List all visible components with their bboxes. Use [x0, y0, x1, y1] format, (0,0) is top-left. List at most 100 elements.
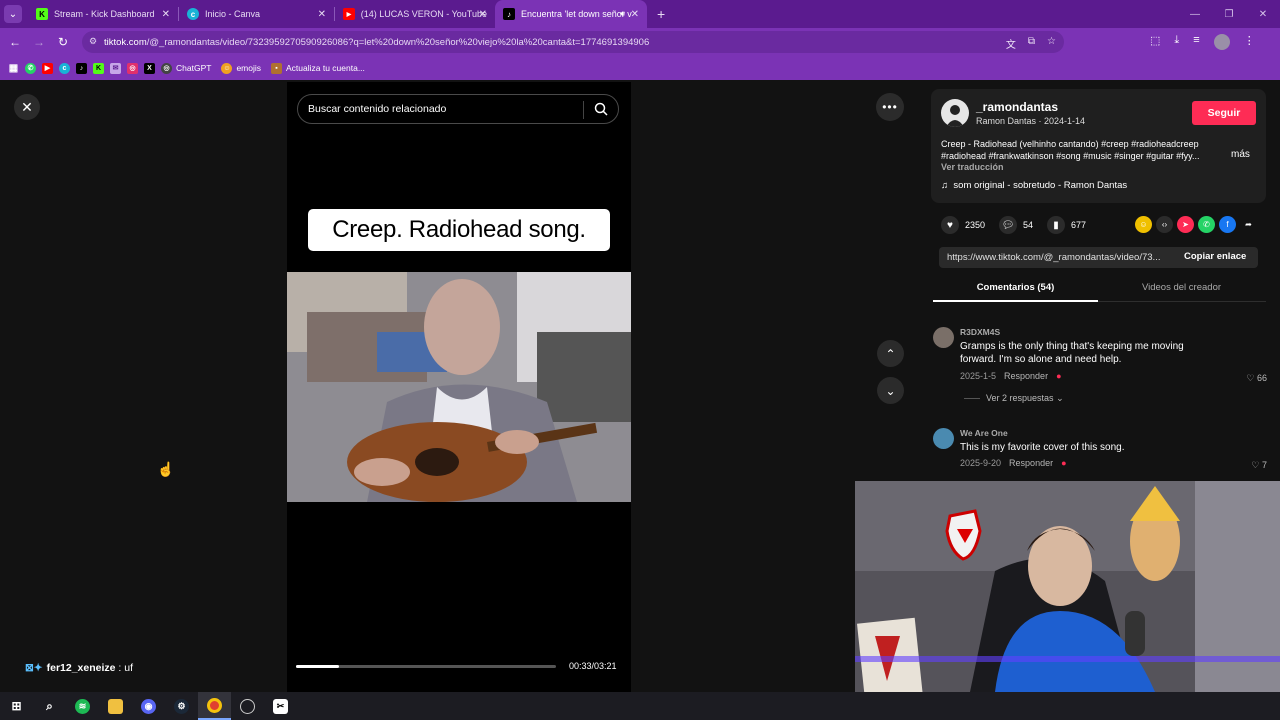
close-window-icon[interactable]: ✕	[1246, 9, 1280, 20]
kick-icon[interactable]: K	[93, 62, 104, 74]
minimize-icon[interactable]: —	[1178, 9, 1212, 20]
next-video-button[interactable]: ⌄	[877, 377, 904, 404]
youtube-icon[interactable]: ▶	[42, 62, 53, 74]
search-icon[interactable]	[594, 102, 608, 116]
commenter-username[interactable]: We Are One	[960, 428, 1008, 438]
address-bar[interactable]: ⚙ tiktok.com/@_ramondantas/video/7323959…	[82, 31, 1064, 53]
send-icon[interactable]: ➤	[1177, 216, 1194, 233]
taskbar-explorer[interactable]	[99, 692, 132, 720]
commenter-avatar[interactable]	[933, 327, 954, 348]
tab-youtube[interactable]: ▶ (14) LUCAS VERON - YouTube ✕	[335, 0, 495, 28]
discord-icon: ◉	[141, 698, 156, 714]
chat-text: : uf	[115, 662, 134, 674]
forward-icon[interactable]: →	[27, 35, 51, 49]
bookmark-chatgpt[interactable]: ◎ ChatGPT	[161, 62, 212, 74]
commenter-username[interactable]: R3DXM4S	[960, 327, 1000, 337]
bookmark-account[interactable]: ▪ Actualiza tu cuenta...	[271, 62, 365, 74]
comment-date: 2025-1-5	[960, 371, 997, 381]
comment-count: 54	[1023, 220, 1034, 230]
comments-tabs: Comentarios (54) Videos del creador	[933, 280, 1266, 302]
reply-button[interactable]: Responder	[1004, 371, 1048, 381]
tab-search-icon[interactable]: ⌄	[4, 5, 22, 23]
follow-button[interactable]: Seguir	[1192, 101, 1256, 125]
like-button[interactable]: ♥ 2350	[941, 216, 985, 234]
more-description-link[interactable]: más	[1231, 149, 1250, 160]
close-icon[interactable]: ✕	[479, 9, 487, 20]
tab-title: Stream - Kick Dashboard	[54, 9, 155, 19]
taskbar-app[interactable]	[231, 692, 264, 720]
x-icon[interactable]: X	[144, 62, 155, 74]
bookmark-label: ChatGPT	[176, 63, 212, 73]
bookmark-icon: ▮	[1047, 216, 1066, 234]
taskbar-discord[interactable]: ◉	[132, 692, 165, 720]
friends-share-icon[interactable]: ☺	[1135, 216, 1152, 233]
site-info-icon[interactable]: ⚙	[89, 36, 99, 46]
embed-icon[interactable]: ‹›	[1156, 216, 1173, 233]
heart-outline-icon: ♡	[1246, 373, 1257, 383]
whatsapp-icon[interactable]: ✆	[25, 62, 36, 74]
tiktok-icon[interactable]: ♪	[76, 62, 87, 74]
url-host: tiktok.com	[104, 36, 147, 48]
apps-grid-icon[interactable]: ▦	[8, 63, 19, 74]
comment-like-button[interactable]: ♡ 7	[1251, 460, 1267, 471]
tab-creator-videos[interactable]: Videos del creador	[1099, 280, 1264, 302]
taskbar-spotify[interactable]: ≋	[66, 692, 99, 720]
share-arrow-icon[interactable]: ➦	[1240, 216, 1257, 233]
chrome-icon	[207, 697, 222, 713]
new-tab-icon[interactable]: +	[657, 6, 665, 22]
taskbar-steam[interactable]: ⚙	[165, 692, 198, 720]
taskbar-capcut[interactable]: ✂	[264, 692, 297, 720]
whatsapp-share-icon[interactable]: ✆	[1198, 216, 1215, 233]
creator-avatar[interactable]	[941, 99, 969, 127]
menu-icon[interactable]: ⋮	[1244, 34, 1255, 50]
profile-avatar[interactable]	[1213, 34, 1230, 50]
creator-username[interactable]: _ramondantas	[976, 100, 1058, 114]
comment-like-button[interactable]: ♡ 66	[1246, 373, 1267, 384]
restore-icon[interactable]: ❐	[1212, 9, 1246, 20]
speaker-icon[interactable]: 🔊︎	[620, 9, 625, 19]
facebook-share-icon[interactable]: f	[1219, 216, 1236, 233]
related-search-input[interactable]: Buscar contenido relacionado	[297, 94, 619, 124]
taskbar-chrome[interactable]	[198, 692, 231, 720]
video-progress-fill	[296, 665, 339, 668]
reload-icon[interactable]: ↻	[51, 35, 75, 49]
view-replies-button[interactable]: Ver 2 respuestas ⌄	[964, 393, 1064, 404]
translate-link[interactable]: Ver traducción	[941, 162, 1004, 172]
more-options-button[interactable]: •••	[876, 93, 904, 121]
instagram-icon[interactable]: ◎	[127, 62, 138, 74]
extensions-icon[interactable]: ⬚	[1150, 34, 1160, 50]
taskbar-search[interactable]: ⌕	[33, 692, 66, 720]
download-icon[interactable]: ⤓	[1174, 34, 1179, 50]
close-icon[interactable]: ✕	[318, 9, 326, 20]
tab-tiktok[interactable]: ♪ Encuentra 'let down señor v 🔊︎ ✕	[495, 0, 647, 28]
back-icon[interactable]: ←	[3, 35, 27, 49]
media-icon[interactable]: ≡	[1193, 34, 1199, 50]
video-progress-bar[interactable]	[296, 665, 556, 668]
mail-icon[interactable]: ✉	[110, 62, 121, 74]
reply-button[interactable]: Responder	[1009, 458, 1053, 468]
close-video-button[interactable]: ✕	[14, 94, 40, 120]
start-button[interactable]: ⊞	[0, 692, 33, 720]
bookmark-emojis[interactable]: ☺ emojis	[221, 62, 261, 74]
canva-icon[interactable]: c	[59, 62, 70, 74]
translate-icon[interactable]: 文	[1006, 36, 1016, 51]
install-icon[interactable]: ⧉	[1028, 36, 1035, 51]
commenter-avatar[interactable]	[933, 428, 954, 449]
comment-date: 2025-9-20	[960, 458, 1002, 468]
save-button[interactable]: ▮ 677	[1047, 216, 1086, 234]
sound-link[interactable]: ♫ som original - sobretudo - Ramon Danta…	[941, 180, 1127, 191]
tab-comments[interactable]: Comentarios (54)	[933, 280, 1098, 302]
close-icon[interactable]: ✕	[162, 9, 170, 20]
tab-kick[interactable]: K Stream - Kick Dashboard ✕	[28, 0, 178, 28]
close-icon[interactable]: ✕	[631, 9, 639, 20]
previous-video-button[interactable]: ⌃	[877, 340, 904, 367]
folder-icon: ▪	[271, 62, 282, 74]
comment-meta: 2025-9-20 Responder ●	[960, 458, 1067, 468]
tab-canva[interactable]: c Inicio - Canva ✕	[179, 0, 334, 28]
copy-link-button[interactable]: Copiar enlace	[1184, 251, 1246, 262]
bookmark-star-icon[interactable]: ☆	[1047, 36, 1056, 51]
video-frame[interactable]	[287, 272, 631, 502]
comment-button[interactable]: 💬︎ 54	[999, 216, 1033, 234]
creator-liked-icon: ●	[1061, 458, 1067, 468]
avatar-image	[946, 105, 964, 127]
